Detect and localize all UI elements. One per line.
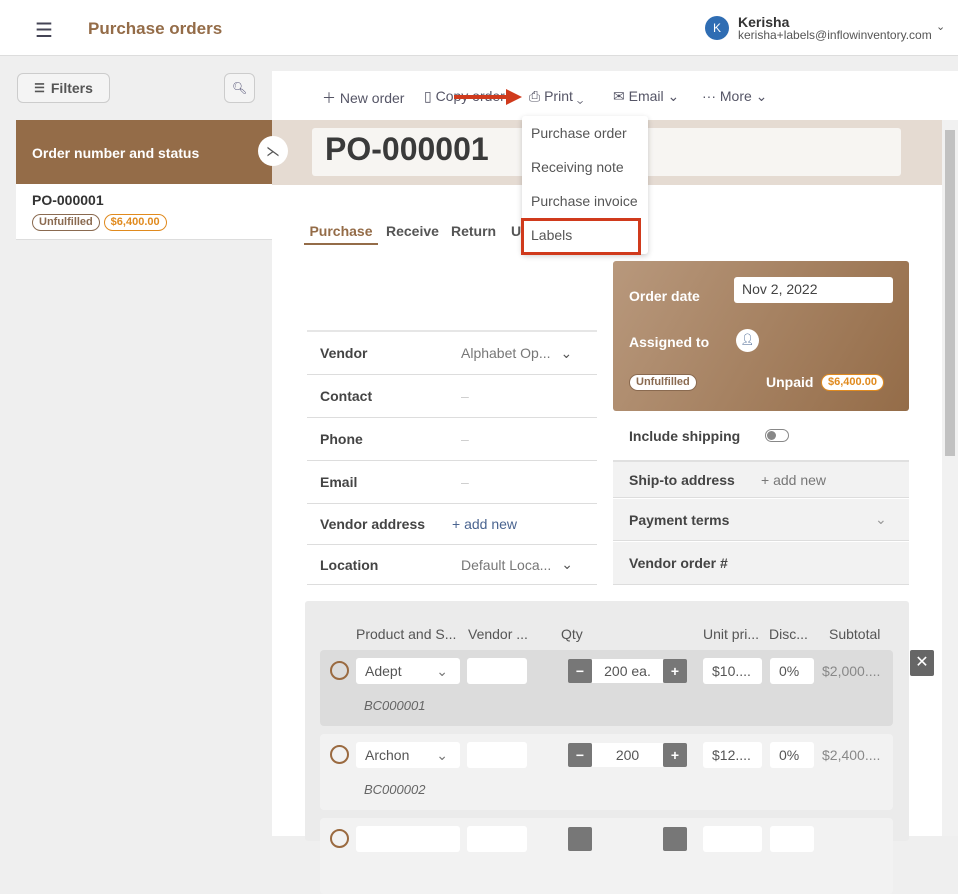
order-number: PO-000001	[32, 192, 104, 208]
qty-input[interactable]: 200 ea.	[592, 659, 663, 683]
hamburger-menu-icon[interactable]: ☰	[35, 18, 53, 43]
vendor-product-input[interactable]	[467, 658, 527, 684]
menu-item-receiving-note[interactable]: Receiving note	[522, 150, 648, 184]
qty-increment-button[interactable]: +	[663, 743, 687, 767]
column-header-discount: Disc...	[769, 626, 808, 642]
chevron-down-icon: ⌄	[560, 344, 573, 361]
payment-status: Unpaid	[766, 374, 814, 390]
assigned-to-label: Assigned to	[629, 334, 710, 350]
discount-input[interactable]: 0%	[770, 658, 814, 684]
vendor-product-input[interactable]	[467, 742, 527, 768]
qty-decrement-button[interactable]: −	[568, 743, 592, 767]
row-select-circle[interactable]	[330, 829, 349, 848]
ellipsis-icon: ···	[702, 88, 716, 104]
sidebar-column-header: Order number and status	[16, 120, 272, 184]
vendor-field[interactable]: Vendor Alphabet Op... ⌄	[307, 332, 597, 375]
unit-price-input[interactable]	[703, 826, 762, 852]
email-field[interactable]: Email –	[307, 461, 597, 504]
printer-icon: ⎙	[529, 88, 541, 104]
menu-item-purchase-order[interactable]: Purchase order	[522, 116, 648, 150]
amount-badge: $6,400.00	[103, 214, 167, 231]
unit-price-input[interactable]: $10....	[703, 658, 762, 684]
envelope-icon: ✉	[613, 88, 625, 104]
payment-terms-field[interactable]: Payment terms ⌄	[613, 499, 909, 541]
add-vendor-address-link[interactable]: + add new	[452, 516, 517, 532]
column-header-subtotal: Subtotal	[829, 626, 881, 642]
print-button[interactable]: ⎙ Print ⌄	[529, 88, 583, 105]
qty-input[interactable]: 200	[592, 743, 663, 767]
subtotal-value: $2,400....	[822, 747, 881, 763]
order-summary-card: Order date Nov 2, 2022 Assigned to 👤︎ Un…	[613, 261, 909, 411]
qty-increment-button[interactable]: +	[663, 659, 687, 683]
chevron-down-icon: ⌄	[561, 556, 574, 572]
more-button[interactable]: ··· More ⌄	[702, 88, 767, 105]
chevron-down-icon[interactable]: ⌄	[936, 20, 945, 33]
column-header-qty: Qty	[561, 626, 583, 642]
collapse-sidebar-icon[interactable]: ⋋	[258, 136, 288, 166]
scrollbar-thumb[interactable]	[945, 130, 955, 456]
sku-label: BC000001	[364, 698, 426, 713]
column-header-vendor: Vendor ...	[468, 626, 528, 642]
unit-price-input[interactable]: $12....	[703, 742, 762, 768]
tab-purchase[interactable]: Purchase	[304, 223, 378, 245]
product-select[interactable]: Archon ⌄	[356, 742, 460, 768]
include-shipping-label: Include shipping	[629, 428, 741, 444]
annotation-arrow	[454, 89, 522, 105]
page-title: Purchase orders	[88, 19, 223, 38]
tab-receive[interactable]: Receive	[386, 223, 439, 239]
product-select[interactable]: Adept ⌄	[356, 658, 460, 684]
discount-input[interactable]	[770, 826, 814, 852]
search-button[interactable]: 🔍︎	[224, 73, 255, 103]
vendor-order-number-field[interactable]: Vendor order #	[613, 542, 909, 585]
assign-user-icon[interactable]: 👤︎	[736, 329, 759, 352]
filters-label: Filters	[50, 80, 93, 96]
user-email: kerisha+labels@inflowinventory.com	[738, 28, 932, 42]
filters-button[interactable]: ☰ Filters	[17, 73, 110, 103]
row-select-circle[interactable]	[330, 745, 349, 764]
chevron-down-icon: ⌄	[875, 511, 887, 527]
contact-field[interactable]: Contact –	[307, 375, 597, 418]
scrollbar[interactable]	[942, 120, 958, 836]
menu-item-purchase-invoice[interactable]: Purchase invoice	[522, 184, 648, 218]
email-button[interactable]: ✉ Email ⌄	[613, 88, 679, 105]
vendor-product-input[interactable]	[467, 826, 527, 852]
column-header-unit-price: Unit pri...	[703, 626, 760, 642]
sku-label: BC000002	[364, 782, 426, 797]
add-ship-to-link[interactable]: + add new	[761, 472, 826, 488]
new-order-button[interactable]: ＋ New order	[322, 88, 404, 108]
order-date-label: Order date	[629, 288, 700, 304]
sliders-icon: ☰	[34, 81, 45, 95]
location-field[interactable]: Location Default Loca... ⌄	[307, 545, 597, 585]
annotation-highlight-box	[521, 218, 641, 255]
app-header: ☰ Purchase orders K Kerisha kerisha+labe…	[0, 0, 958, 56]
ship-to-address-field[interactable]: Ship-to address + add new	[613, 460, 909, 498]
list-item[interactable]: PO-000001 Unfulfilled $6,400.00	[16, 184, 272, 240]
amount-badge: $6,400.00	[821, 374, 884, 391]
qty-increment-button[interactable]	[663, 827, 687, 851]
row-select-circle[interactable]	[330, 661, 349, 680]
search-icon: 🔍︎	[231, 81, 248, 95]
status-badge: Unfulfilled	[32, 214, 100, 231]
phone-field[interactable]: Phone –	[307, 418, 597, 461]
avatar[interactable]: K	[705, 16, 729, 40]
vendor-address-field[interactable]: Vendor address + add new	[307, 504, 597, 545]
tab-unstock[interactable]: U	[511, 223, 521, 239]
tab-return[interactable]: Return	[451, 223, 496, 239]
subtotal-value: $2,000....	[822, 663, 881, 679]
order-date-input[interactable]: Nov 2, 2022	[734, 277, 893, 303]
qty-decrement-button[interactable]	[568, 827, 592, 851]
discount-input[interactable]: 0%	[770, 742, 814, 768]
delete-row-icon[interactable]: ✕	[910, 650, 934, 676]
column-header-product: Product and S...	[356, 626, 457, 642]
status-badge: Unfulfilled	[629, 374, 697, 391]
product-select[interactable]	[356, 826, 460, 852]
include-shipping-toggle[interactable]	[765, 429, 789, 442]
qty-decrement-button[interactable]: −	[568, 659, 592, 683]
